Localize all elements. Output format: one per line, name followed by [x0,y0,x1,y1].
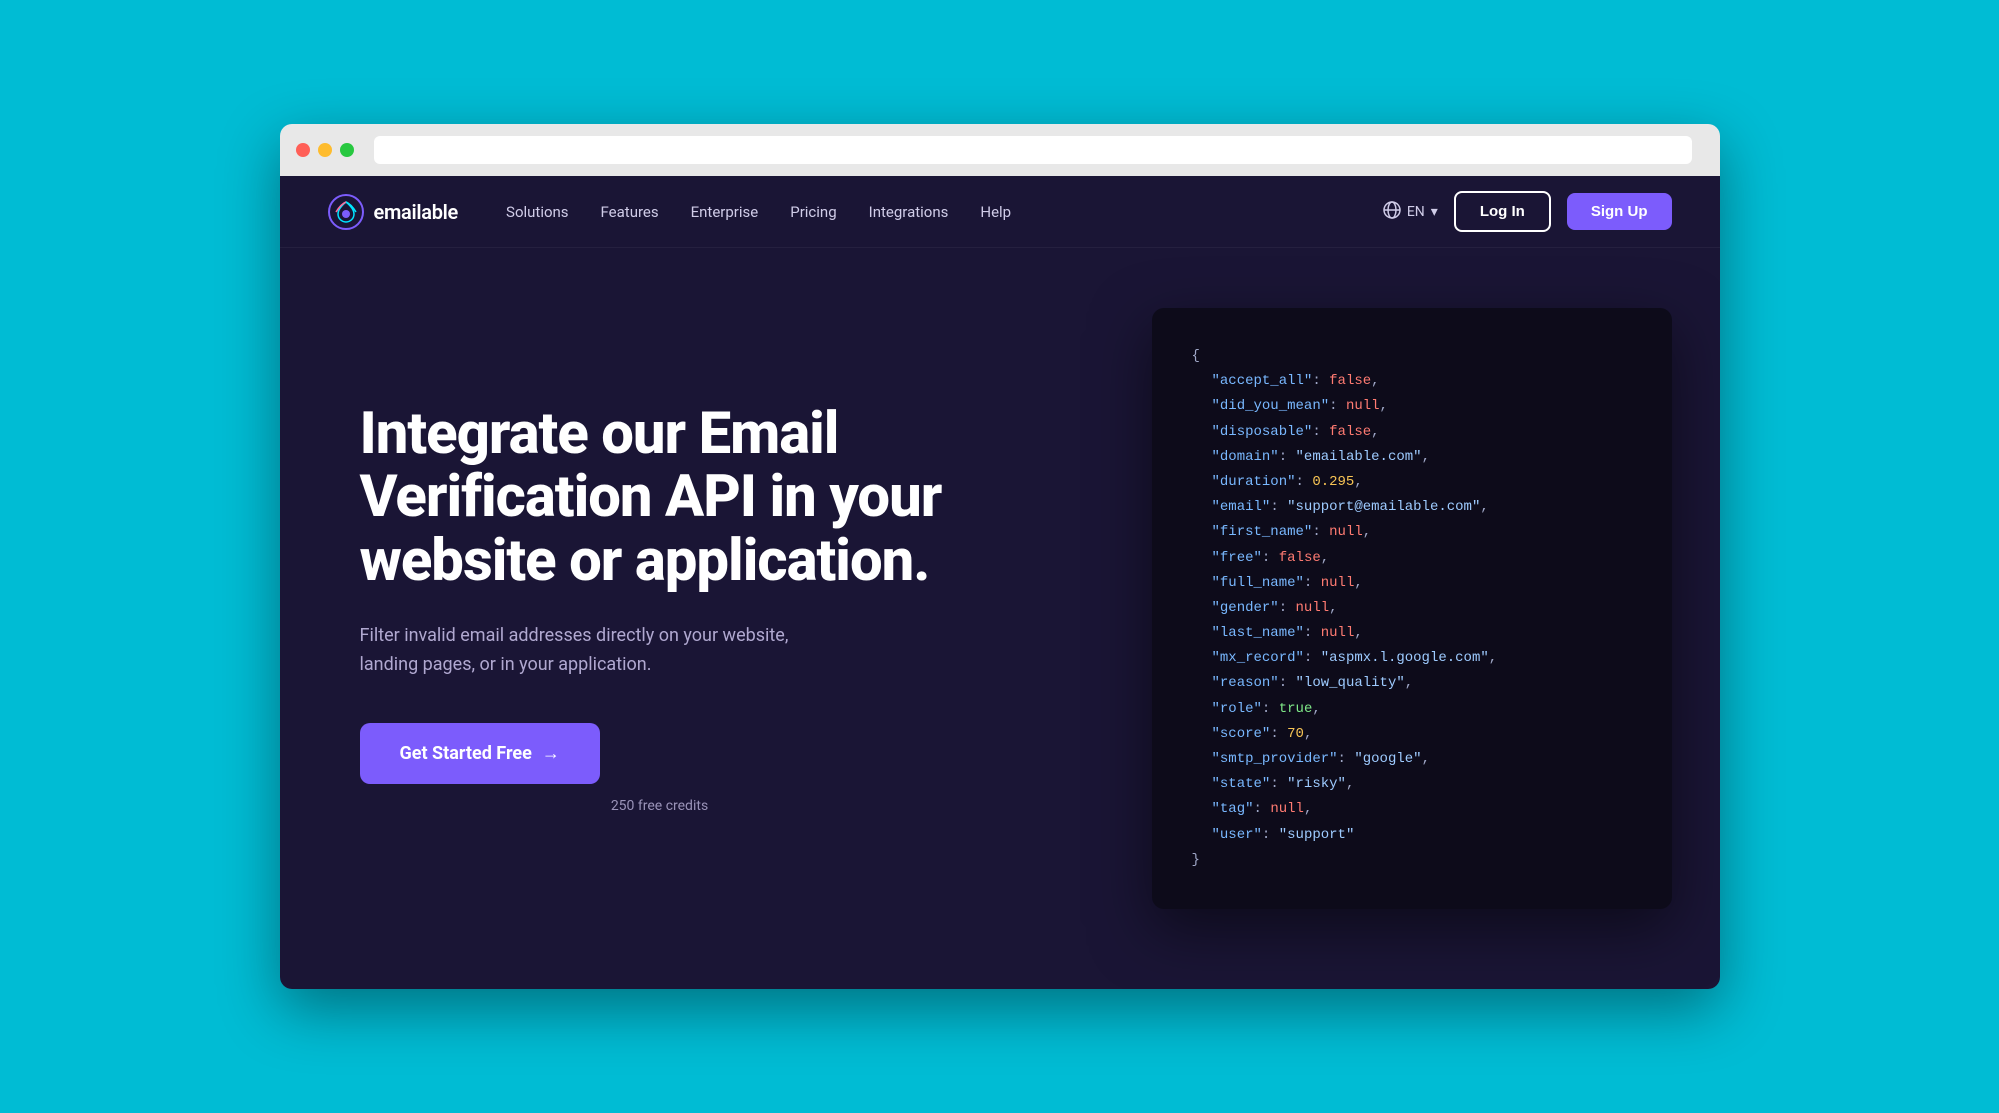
code-line-score: "score": 70, [1192,722,1632,747]
code-line-duration: "duration": 0.295, [1192,470,1632,495]
code-line-full-name: "full_name": null, [1192,571,1632,596]
language-selector[interactable]: EN ▾ [1383,201,1438,223]
minimize-button-icon[interactable] [318,143,332,157]
code-line-disposable: "disposable": false, [1192,420,1632,445]
code-line-state: "state": "risky", [1192,772,1632,797]
nav-solutions[interactable]: Solutions [506,203,569,221]
nav-features[interactable]: Features [601,203,659,221]
code-line-tag: "tag": null, [1192,797,1632,822]
signup-button[interactable]: Sign Up [1567,193,1672,230]
code-line-role: "role": true, [1192,697,1632,722]
url-bar[interactable] [374,136,1692,164]
arrow-icon: → [542,743,560,764]
cta-label: Get Started Free [400,743,532,764]
hero-right: { "accept_all": false, "did_you_mean": n… [960,308,1672,909]
logo[interactable]: emailable [328,194,459,230]
nav-help[interactable]: Help [980,203,1011,221]
hero-left: Integrate our Email Verification API in … [360,403,960,815]
logo-text: emailable [374,200,459,224]
nav-pricing[interactable]: Pricing [790,203,836,221]
code-line-free: "free": false, [1192,546,1632,571]
code-line-user: "user": "support" [1192,823,1632,848]
code-card: { "accept_all": false, "did_you_mean": n… [1152,308,1672,909]
page-content: emailable Solutions Features Enterprise … [280,176,1720,989]
browser-window: emailable Solutions Features Enterprise … [280,124,1720,989]
code-line-first-name: "first_name": null, [1192,520,1632,545]
browser-chrome [280,124,1720,176]
nav-enterprise[interactable]: Enterprise [691,203,759,221]
nav-integrations[interactable]: Integrations [869,203,949,221]
code-line-mx-record: "mx_record": "aspmx.l.google.com", [1192,646,1632,671]
code-open-brace: { [1192,344,1632,369]
nav-right: EN ▾ Log In Sign Up [1383,191,1672,232]
navbar: emailable Solutions Features Enterprise … [280,176,1720,248]
hero-title: Integrate our Email Verification API in … [360,403,960,594]
code-close-brace: } [1192,848,1632,873]
code-line-domain: "domain": "emailable.com", [1192,445,1632,470]
close-button-icon[interactable] [296,143,310,157]
hero-section: Integrate our Email Verification API in … [280,248,1720,989]
code-line-smtp-provider: "smtp_provider": "google", [1192,747,1632,772]
code-line-reason: "reason": "low_quality", [1192,671,1632,696]
code-line-accept-all: "accept_all": false, [1192,369,1632,394]
code-line-did-you-mean: "did_you_mean": null, [1192,394,1632,419]
code-line-last-name: "last_name": null, [1192,621,1632,646]
code-line-email: "email": "support@emailable.com", [1192,495,1632,520]
login-button[interactable]: Log In [1454,191,1551,232]
code-line-gender: "gender": null, [1192,596,1632,621]
free-credits-text: 250 free credits [360,798,960,814]
nav-links: Solutions Features Enterprise Pricing In… [506,203,1011,221]
globe-icon [1383,201,1401,223]
nav-left: emailable Solutions Features Enterprise … [328,194,1012,230]
maximize-button-icon[interactable] [340,143,354,157]
code-block: { "accept_all": false, "did_you_mean": n… [1192,344,1632,873]
hero-subtitle: Filter invalid email addresses directly … [360,622,840,680]
cta-button[interactable]: Get Started Free → [360,723,600,784]
logo-icon [328,194,364,230]
chevron-down-icon: ▾ [1431,204,1438,220]
lang-label: EN [1407,204,1425,220]
